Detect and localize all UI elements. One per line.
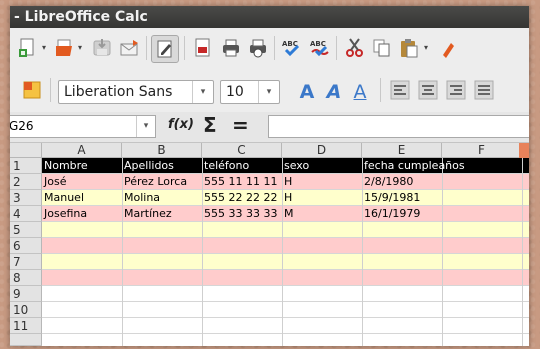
print-preview-icon[interactable] <box>246 36 270 60</box>
calc-window: - LibreOffice Calc ▾ ▾ ABC ABC ▾ Liberat… <box>10 6 529 346</box>
formatting-toolbar: Liberation Sans ▾ 10 ▾ A A A <box>10 70 529 113</box>
row-header[interactable]: 3 <box>10 190 42 206</box>
cell-e4[interactable]: 16/1/1979 <box>362 206 420 222</box>
row-header[interactable]: 6 <box>10 238 42 254</box>
cell-d4[interactable]: M <box>282 206 294 222</box>
cell-c3[interactable]: 555 22 22 22 <box>202 190 277 206</box>
new-icon[interactable] <box>16 36 40 60</box>
cell-a3[interactable]: Manuel <box>42 190 84 206</box>
paste-dropdown-icon[interactable]: ▾ <box>424 44 432 52</box>
cell-b2[interactable]: Pérez Lorca <box>122 174 187 190</box>
formula-bar: G26 ▾ f(x) Σ = <box>10 112 529 143</box>
sum-icon[interactable]: Σ <box>203 113 217 137</box>
clone-formatting-icon[interactable] <box>438 36 462 60</box>
cell-c4[interactable]: 555 33 33 33 <box>202 206 277 222</box>
column-header-g[interactable] <box>519 143 529 158</box>
font-size-value: 10 <box>226 84 244 100</box>
window-title: - LibreOffice Calc <box>14 9 148 25</box>
cell-a1[interactable]: Nombre <box>42 158 88 174</box>
row-header[interactable] <box>10 334 42 346</box>
column-header-c[interactable]: C <box>202 143 282 158</box>
open-icon[interactable] <box>52 36 76 60</box>
edit-file-icon[interactable] <box>151 35 179 63</box>
paste-icon[interactable] <box>397 36 421 60</box>
select-all-corner[interactable] <box>10 143 42 158</box>
name-box[interactable]: G26 ▾ <box>10 115 156 138</box>
print-icon[interactable] <box>219 36 243 60</box>
font-size-box[interactable]: 10 ▾ <box>220 80 280 104</box>
column-header-f[interactable]: F <box>442 143 522 158</box>
row-header[interactable]: 11 <box>10 318 42 334</box>
cell-c2[interactable]: 555 11 11 11 <box>202 174 277 190</box>
row-band <box>42 270 529 286</box>
font-name-box[interactable]: Liberation Sans ▾ <box>58 80 214 104</box>
row-header[interactable]: 10 <box>10 302 42 318</box>
align-center-icon[interactable] <box>416 78 440 102</box>
row-band <box>42 318 529 334</box>
column-header-a[interactable]: A <box>42 143 122 158</box>
justify-icon[interactable] <box>472 78 496 102</box>
email-icon[interactable] <box>118 36 142 60</box>
row-header[interactable]: 5 <box>10 222 42 238</box>
cell-d1[interactable]: sexo <box>282 158 309 174</box>
row-header[interactable]: 9 <box>10 286 42 302</box>
cell-b4[interactable]: Martínez <box>122 206 172 222</box>
row-band <box>42 302 529 318</box>
svg-text:ABC: ABC <box>310 40 326 48</box>
cut-icon[interactable] <box>343 36 367 60</box>
chevron-down-icon[interactable]: ▾ <box>258 81 279 103</box>
align-right-icon[interactable] <box>444 78 468 102</box>
cell-d2[interactable]: H <box>282 174 292 190</box>
row-header[interactable]: 1 <box>10 158 42 174</box>
column-header-b[interactable]: B <box>122 143 202 158</box>
cell-e1[interactable]: fecha cumpleaños <box>362 158 465 174</box>
cell-reference: G26 <box>10 119 34 133</box>
autospellcheck-icon[interactable]: ABC <box>308 36 332 60</box>
formula-icon[interactable]: = <box>232 113 249 137</box>
column-header-e[interactable]: E <box>362 143 442 158</box>
row-band <box>42 254 529 270</box>
open-dropdown-icon[interactable]: ▾ <box>78 44 86 52</box>
function-wizard-icon[interactable]: f(x) <box>168 117 194 132</box>
cell-b1[interactable]: Apellidos <box>122 158 174 174</box>
cell-c1[interactable]: teléfono <box>202 158 249 174</box>
input-line[interactable] <box>268 115 529 138</box>
italic-icon[interactable]: A <box>322 80 346 104</box>
cell-e2[interactable]: 2/8/1980 <box>362 174 413 190</box>
standard-toolbar: ▾ ▾ ABC ABC ▾ <box>10 28 529 71</box>
column-header-d[interactable]: D <box>282 143 362 158</box>
new-dropdown-icon[interactable]: ▾ <box>42 44 50 52</box>
export-pdf-icon[interactable] <box>191 36 215 60</box>
bold-icon[interactable]: A <box>295 80 319 104</box>
underline-icon[interactable]: A <box>348 80 372 104</box>
chevron-down-icon[interactable]: ▾ <box>136 116 155 137</box>
spreadsheet-grid[interactable]: A B C D E F 1 2 3 4 5 6 7 8 9 10 11 Nomb… <box>10 143 529 346</box>
cell-a2[interactable]: José <box>42 174 66 190</box>
cell-d3[interactable]: H <box>282 190 292 206</box>
save-icon[interactable] <box>90 36 114 60</box>
row-band <box>42 238 529 254</box>
row-header[interactable]: 2 <box>10 174 42 190</box>
row-header[interactable]: 4 <box>10 206 42 222</box>
copy-icon[interactable] <box>370 36 394 60</box>
cell-e3[interactable]: 15/9/1981 <box>362 190 420 206</box>
font-name-value: Liberation Sans <box>64 84 173 100</box>
row-header[interactable]: 7 <box>10 254 42 270</box>
align-left-icon[interactable] <box>388 78 412 102</box>
row-header[interactable]: 8 <box>10 270 42 286</box>
row-band <box>42 222 529 238</box>
styles-icon[interactable] <box>20 78 44 102</box>
spellcheck-icon[interactable]: ABC <box>280 36 304 60</box>
cell-b3[interactable]: Molina <box>122 190 160 206</box>
title-bar: - LibreOffice Calc <box>10 6 529 28</box>
chevron-down-icon[interactable]: ▾ <box>192 81 213 103</box>
cell-a4[interactable]: Josefina <box>42 206 87 222</box>
row-band <box>42 286 529 302</box>
